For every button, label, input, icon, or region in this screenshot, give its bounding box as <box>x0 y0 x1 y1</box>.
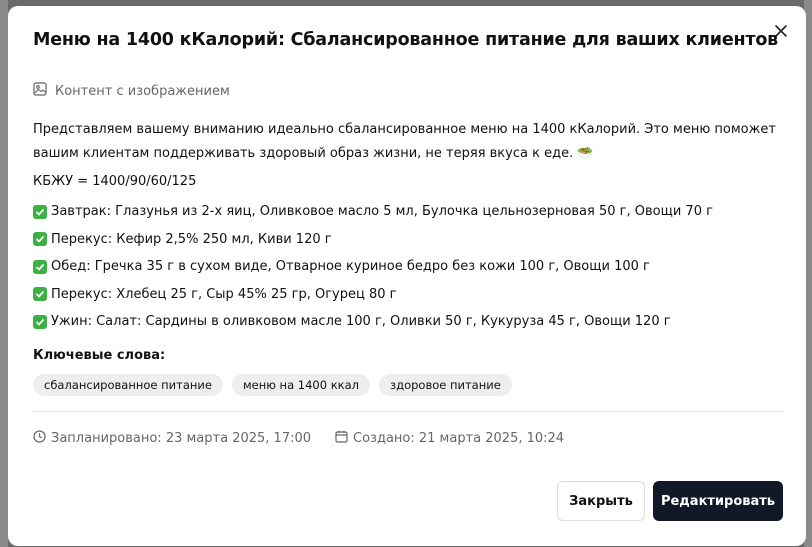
close-button[interactable]: Закрыть <box>557 481 645 521</box>
calendar-icon <box>335 430 348 447</box>
background-page-left <box>0 0 8 547</box>
meal-text: Перекус: Хлебец 25 г, Сыр 45% 25 гр, Огу… <box>51 286 397 302</box>
created-text: Создано: 21 марта 2025, 10:24 <box>353 431 565 446</box>
check-icon <box>33 314 47 329</box>
meal-text: Обед: Гречка 35 г в сухом виде, Отварное… <box>51 259 650 274</box>
modal-title: Меню на 1400 кКалорий: Сбалансированное … <box>33 30 779 50</box>
image-content-label: Контент с изображением <box>33 82 230 100</box>
post-details-modal: Меню на 1400 кКалорий: Сбалансированное … <box>8 6 806 546</box>
meal-item: Обед: Гречка 35 г в сухом виде, Отварное… <box>33 253 793 281</box>
meal-item: Ужин: Салат: Сардины в оливковом масле 1… <box>33 308 793 336</box>
kbju-text: КБЖУ = 1400/90/60/125 <box>33 174 197 189</box>
meal-item: Перекус: Кефир 2,5% 250 мл, Киви 120 г <box>33 226 793 254</box>
edit-button[interactable]: Редактировать <box>653 481 783 521</box>
image-icon <box>33 82 47 100</box>
check-icon <box>33 287 47 302</box>
check-icon <box>33 259 47 274</box>
scheduled-meta: Запланировано: 23 марта 2025, 17:00 <box>33 430 311 447</box>
image-content-text: Контент с изображением <box>55 83 230 99</box>
scheduled-text: Запланировано: 23 марта 2025, 17:00 <box>51 431 312 446</box>
check-icon <box>33 204 47 219</box>
keyword-tag: меню на 1400 ккал <box>231 374 370 396</box>
post-body: Представляем вашему вниманию идеально сб… <box>33 118 793 336</box>
meal-item: Завтрак: Глазунья из 2-х яиц, Оливковое … <box>33 198 793 226</box>
check-icon <box>33 232 47 247</box>
keyword-tag: сбалансированное питание <box>33 374 223 396</box>
keyword-tags: сбалансированное питание меню на 1400 кк… <box>33 374 512 396</box>
meal-text: Завтрак: Глазунья из 2-х яиц, Оливковое … <box>51 204 713 219</box>
clock-icon <box>33 430 46 447</box>
meal-text: Ужин: Салат: Сардины в оливковом масле 1… <box>51 314 671 329</box>
divider <box>33 411 783 412</box>
meal-text: Перекус: Кефир 2,5% 250 мл, Киви 120 г <box>51 231 332 247</box>
meal-item: Перекус: Хлебец 25 г, Сыр 45% 25 гр, Огу… <box>33 281 793 309</box>
post-meta: Запланировано: 23 марта 2025, 17:00 Созд… <box>33 430 564 447</box>
keyword-tag: здоровое питание <box>379 374 512 396</box>
keywords-title: Ключевые слова: <box>33 348 166 363</box>
intro-text: Представляем вашему вниманию идеально сб… <box>33 122 776 161</box>
created-meta: Создано: 21 марта 2025, 10:24 <box>335 430 564 447</box>
